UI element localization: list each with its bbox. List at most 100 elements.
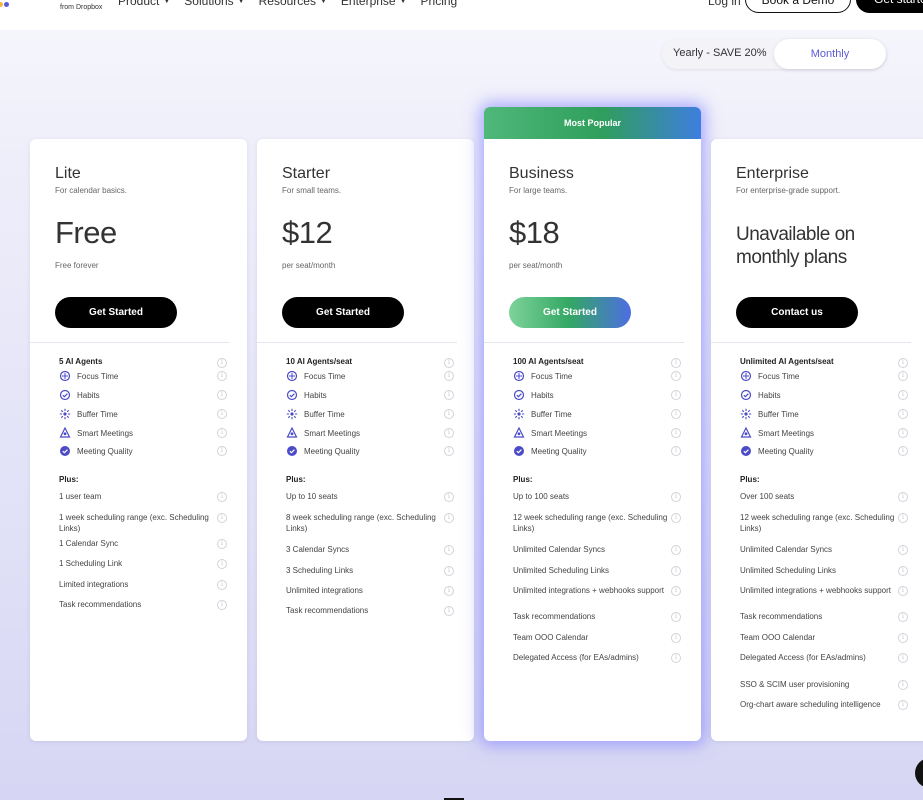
plus-item: 1 user team <box>59 492 102 501</box>
info-icon[interactable]: i <box>217 492 227 502</box>
info-icon[interactable]: i <box>671 566 681 576</box>
info-icon[interactable]: i <box>898 492 908 502</box>
info-icon[interactable]: i <box>444 428 454 438</box>
nav-pricing[interactable]: Pricing <box>421 0 458 8</box>
info-icon[interactable]: i <box>671 612 681 622</box>
info-icon[interactable]: i <box>217 390 227 400</box>
info-icon[interactable]: i <box>671 409 681 419</box>
nav-resources[interactable]: Resources ▼ <box>259 0 327 8</box>
get-started-button[interactable]: Get Started <box>282 297 404 328</box>
get-started-button[interactable]: Get Started <box>55 297 177 328</box>
top-nav: from Dropbox Product ▼ Solutions ▼ Resou… <box>0 0 923 30</box>
plan-description: For large teams. <box>509 186 568 195</box>
info-icon[interactable]: i <box>671 358 681 368</box>
info-icon[interactable]: i <box>217 513 227 523</box>
plus-item: Unlimited Scheduling Links <box>513 566 610 575</box>
pricing-card-enterprise: Enterprise For enterprise-grade support. U… <box>711 139 923 741</box>
info-icon[interactable]: i <box>444 492 454 502</box>
info-icon[interactable]: i <box>444 390 454 400</box>
info-icon[interactable]: i <box>444 545 454 555</box>
buffer-time-icon <box>740 408 752 420</box>
billing-monthly-option[interactable]: Monthly <box>774 39 886 69</box>
contact-us-button[interactable]: Contact us <box>736 297 858 328</box>
info-icon[interactable]: i <box>671 513 681 523</box>
info-icon[interactable]: i <box>217 358 227 368</box>
info-icon[interactable]: i <box>671 492 681 502</box>
feature-label: Focus Time <box>758 371 800 381</box>
feature-label: Focus Time <box>531 371 573 381</box>
info-icon[interactable]: i <box>217 600 227 610</box>
feature-item: Habits <box>513 389 554 401</box>
plus-item: Task recommendations <box>513 612 596 621</box>
info-icon[interactable]: i <box>898 409 908 419</box>
feature-item: Habits <box>740 389 781 401</box>
info-icon[interactable]: i <box>444 446 454 456</box>
plus-item: Task recommendations <box>286 606 369 615</box>
info-icon[interactable]: i <box>671 428 681 438</box>
chat-widget-button[interactable] <box>915 758 923 788</box>
plus-item: Delegated Access (for EAs/admins) <box>740 653 866 662</box>
plan-description: For calendar basics. <box>55 186 128 195</box>
info-icon[interactable]: i <box>898 586 908 596</box>
logo[interactable]: from Dropbox <box>0 0 118 14</box>
info-icon[interactable]: i <box>671 633 681 643</box>
info-icon[interactable]: i <box>671 653 681 663</box>
plus-item: 1 Calendar Sync <box>59 539 119 548</box>
feature-item: Meeting Quality <box>740 445 814 457</box>
info-icon[interactable]: i <box>898 566 908 576</box>
info-icon[interactable]: i <box>444 606 454 616</box>
ai-agents-label: Unlimited AI Agents/seat <box>740 357 834 366</box>
info-icon[interactable]: i <box>671 586 681 596</box>
feature-label: Focus Time <box>304 371 346 381</box>
info-icon[interactable]: i <box>898 446 908 456</box>
plan-name: Business <box>509 165 574 182</box>
nav-label: Product <box>118 0 160 8</box>
info-icon[interactable]: i <box>444 409 454 419</box>
info-icon[interactable]: i <box>898 390 908 400</box>
info-icon[interactable]: i <box>898 612 908 622</box>
info-icon[interactable]: i <box>898 545 908 555</box>
info-icon[interactable]: i <box>898 700 908 710</box>
info-icon[interactable]: i <box>217 428 227 438</box>
info-icon[interactable]: i <box>898 680 908 690</box>
billing-yearly-option[interactable]: Yearly - SAVE 20% <box>673 47 767 59</box>
login-link[interactable]: Log in <box>708 0 741 8</box>
nav-enterprise[interactable]: Enterprise ▼ <box>341 0 407 8</box>
plan-price: Unavailable on monthly plans <box>736 224 855 268</box>
info-icon[interactable]: i <box>444 371 454 381</box>
chevron-down-icon: ▼ <box>163 0 171 5</box>
info-icon[interactable]: i <box>217 559 227 569</box>
info-icon[interactable]: i <box>444 566 454 576</box>
info-icon[interactable]: i <box>444 513 454 523</box>
get-started-button[interactable]: Get Started <box>509 297 631 328</box>
info-icon[interactable]: i <box>898 371 908 381</box>
info-icon[interactable]: i <box>217 580 227 590</box>
info-icon[interactable]: i <box>444 586 454 596</box>
nav-product[interactable]: Product ▼ <box>118 0 170 8</box>
info-icon[interactable]: i <box>671 390 681 400</box>
feature-label: Buffer Time <box>304 409 345 419</box>
info-icon[interactable]: i <box>671 371 681 381</box>
info-icon[interactable]: i <box>671 446 681 456</box>
buffer-time-icon <box>513 408 525 420</box>
info-icon[interactable]: i <box>217 371 227 381</box>
nav-solutions[interactable]: Solutions ▼ <box>184 0 244 8</box>
info-icon[interactable]: i <box>898 358 908 368</box>
info-icon[interactable]: i <box>217 409 227 419</box>
info-icon[interactable]: i <box>898 428 908 438</box>
info-icon[interactable]: i <box>217 446 227 456</box>
most-popular-banner: Most Popular <box>484 107 701 139</box>
get-started-header-button[interactable]: Get started <box>856 0 923 13</box>
info-icon[interactable]: i <box>217 539 227 549</box>
info-icon[interactable]: i <box>898 513 908 523</box>
book-demo-button[interactable]: Book a Demo <box>745 0 851 13</box>
info-icon[interactable]: i <box>898 633 908 643</box>
plus-item: Unlimited Calendar Syncs <box>513 545 606 554</box>
feature-item: Meeting Quality <box>286 445 360 457</box>
info-icon[interactable]: i <box>444 358 454 368</box>
smart-meetings-icon <box>286 427 298 439</box>
smart-meetings-icon <box>513 427 525 439</box>
meeting-quality-icon <box>740 445 752 457</box>
info-icon[interactable]: i <box>898 653 908 663</box>
info-icon[interactable]: i <box>671 545 681 555</box>
